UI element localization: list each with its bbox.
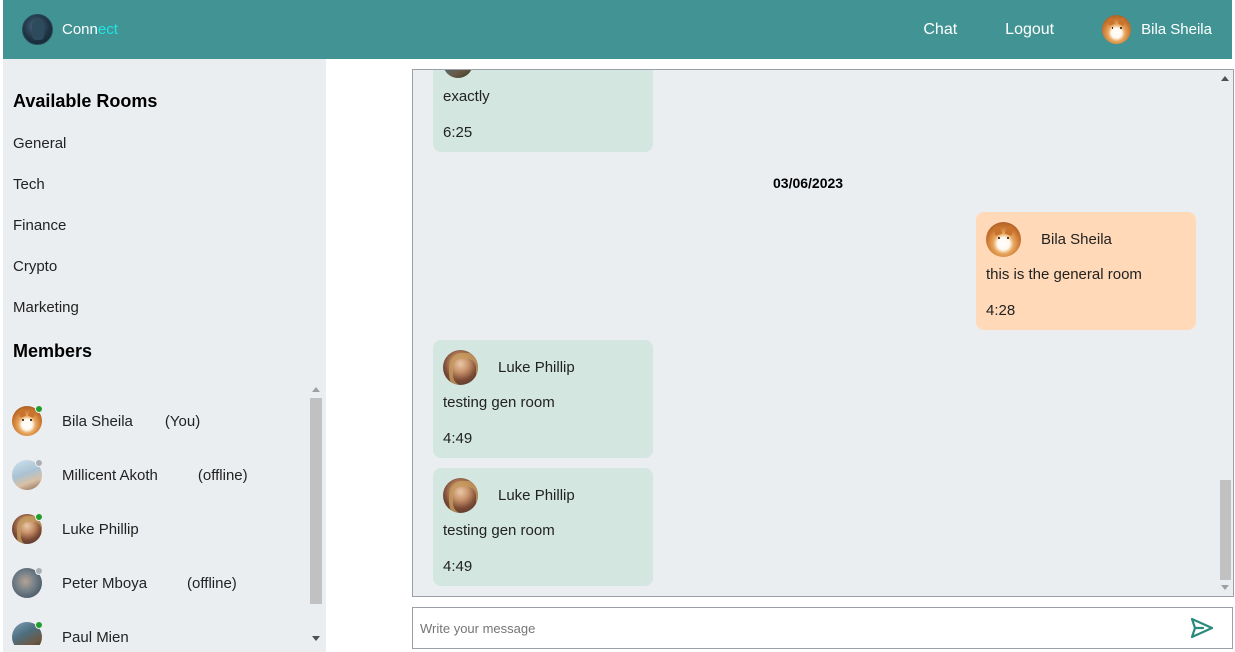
scroll-down-arrow-icon[interactable] [312,636,320,641]
member-name: Millicent Akoth [62,466,158,484]
date-separator: 03/06/2023 [773,175,844,191]
message-text: testing gen room [443,394,555,411]
brand-name-prefix: Conn [62,21,98,38]
members-list[interactable]: Bila Sheila (You) Millicent Akoth (offli… [3,381,309,645]
message-sender: Bila Sheila [1041,231,1112,248]
member-name: Luke Phillip [62,520,139,538]
online-status-dot [35,621,43,629]
message-input[interactable] [413,608,1173,648]
nav-chat-link[interactable]: Chat [923,21,957,39]
chat-scrollbar[interactable] [1218,70,1233,596]
online-status-dot [35,405,43,413]
rooms-heading: Available Rooms [13,91,158,111]
room-marketing[interactable]: Marketing [13,299,79,316]
members-scrollbar[interactable] [309,382,323,646]
member-tag: (offline) [187,574,237,592]
member-item[interactable]: Bila Sheila (You) [12,401,307,441]
message-bubble-sent: Bila Sheila this is the general room 4:2… [976,212,1196,330]
scrollbar-thumb[interactable] [1220,480,1231,580]
member-item[interactable]: Peter Mboya (offline) [12,563,307,603]
room-crypto[interactable]: Crypto [13,258,57,275]
scroll-up-arrow-icon[interactable] [1221,76,1229,81]
nav-links: Chat Logout Bila Sheila [923,0,1232,59]
message-bubble: Luke Phillip testing gen room 4:49 [433,340,653,458]
member-item[interactable]: Millicent Akoth (offline) [12,455,307,495]
message-text: exactly [443,88,490,105]
member-item[interactable]: Paul Mien [12,617,307,645]
nav-user-name: Bila Sheila [1141,21,1212,38]
message-time: 6:25 [443,124,473,141]
offline-status-dot [35,459,43,467]
brand-name-accent: ect [97,21,118,38]
top-navbar: Connect Chat Logout Bila Sheila [3,0,1232,59]
brand[interactable]: Connect [22,14,118,45]
sidebar-panel: Available Rooms General Tech Finance Cry… [3,59,326,652]
room-finance[interactable]: Finance [13,217,66,234]
member-name: Paul Mien [62,628,129,646]
brand-logo-icon [22,14,53,45]
chat-messages-area[interactable]: exactly 6:25 03/06/2023 Bila Sheila this… [412,69,1234,597]
message-avatar [986,222,1021,257]
member-item[interactable]: Luke Phillip [12,509,307,549]
message-text: testing gen room [443,522,555,539]
member-name: Peter Mboya [62,574,148,592]
message-composer [412,607,1233,649]
room-tech[interactable]: Tech [13,176,45,193]
message-time: 4:49 [443,558,473,575]
message-bubble: exactly 6:25 [433,70,653,152]
user-avatar [1102,15,1132,44]
message-text: this is the general room [986,266,1142,283]
nav-user-menu[interactable]: Bila Sheila [1102,15,1212,44]
scroll-up-arrow-icon[interactable] [312,387,320,392]
offline-status-dot [35,567,43,575]
message-sender: Luke Phillip [498,487,575,504]
member-tag: (You) [164,412,201,430]
member-name: Bila Sheila [62,412,133,430]
message-time: 4:49 [443,430,473,447]
nav-logout-link[interactable]: Logout [1005,21,1054,39]
brand-name: Connect [62,21,118,38]
message-sender: Luke Phillip [498,359,575,376]
scroll-down-arrow-icon[interactable] [1221,585,1229,590]
sidebar: Available Rooms General Tech Finance Cry… [3,59,412,652]
message-avatar [443,478,478,513]
member-tag: (offline) [197,466,248,484]
send-icon [1190,617,1214,639]
message-bubble: Luke Phillip testing gen room 4:49 [433,468,653,586]
message-avatar [443,350,478,385]
members-heading: Members [13,341,93,361]
room-general[interactable]: General [13,135,66,152]
message-time: 4:28 [986,302,1016,319]
message-avatar [443,70,473,78]
online-status-dot [35,513,43,521]
send-button[interactable] [1190,617,1214,639]
scrollbar-thumb[interactable] [310,398,322,604]
